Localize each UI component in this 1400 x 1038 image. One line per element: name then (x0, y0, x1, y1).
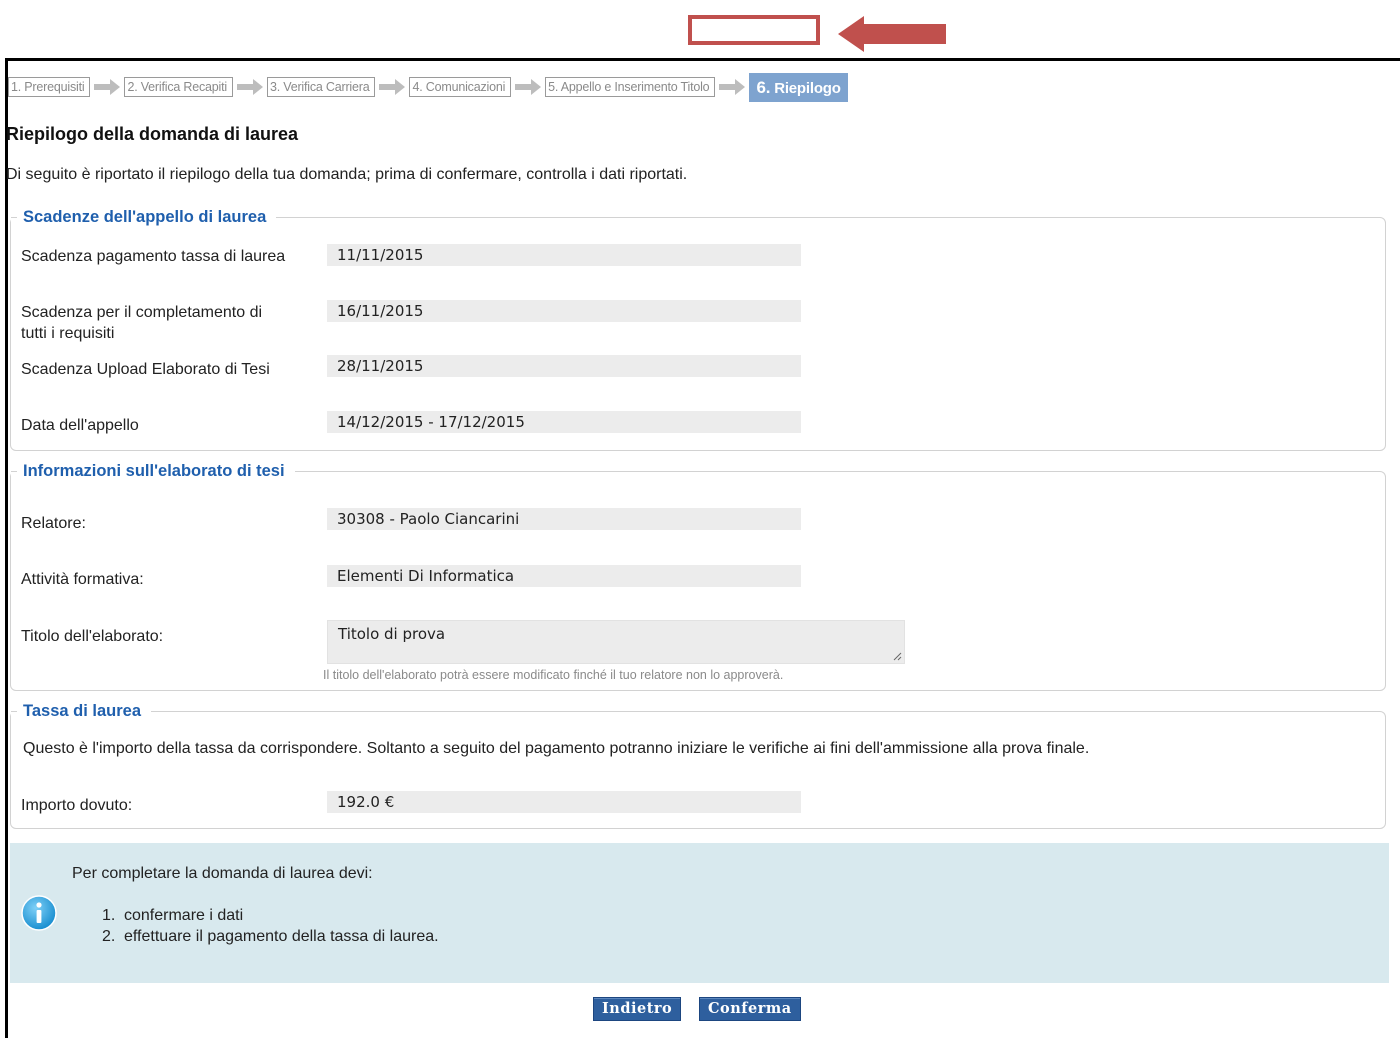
arrow-right-icon (94, 79, 121, 95)
step-verifica-recapiti[interactable]: 2. Verifica Recapiti (124, 77, 233, 97)
page-title: Riepilogo della domanda di laurea (6, 124, 299, 144)
step-prerequisiti[interactable]: 1. Prerequisiti (8, 77, 91, 97)
thesis-fieldset: Informazioni sull'elaborato di tesi Rela… (10, 460, 1386, 691)
fieldset-legend: Tassa di laurea (11, 700, 152, 722)
activity-value: Elementi Di Informatica (327, 565, 801, 587)
fee-fieldset: Tassa di laurea Questo è l'importo della… (10, 700, 1386, 829)
field-value: 16/11/2015 (327, 300, 801, 322)
field-label: Attività formativa: (21, 571, 144, 588)
field-label: Scadenza per il completamento di tutti i… (21, 304, 263, 342)
field-label: Titolo dell'elaborato: (21, 628, 164, 645)
wizard-steps: 1. Prerequisiti 2. Verifica Recapiti 3. … (8, 72, 848, 102)
field-label: Scadenza pagamento tassa di laurea (21, 248, 286, 265)
fee-description: Questo è l'importo della tassa da corris… (23, 740, 1090, 757)
list-item: 1. confermare i dati (102, 905, 439, 926)
step-riepilogo-active: 6. Riepilogo (749, 72, 848, 102)
thesis-title-hint: Il titolo dell'elaborato potrà essere mo… (323, 668, 784, 682)
arrow-right-icon (719, 79, 746, 95)
list-number: 2. (102, 928, 116, 945)
fee-amount-value: 192.0 € (327, 791, 801, 813)
fieldset-legend: Scadenze dell'appello di laurea (11, 206, 277, 228)
step-label: Riepilogo (774, 79, 841, 97)
field-label: Data dell'appello (21, 417, 139, 434)
field-value: 28/11/2015 (327, 355, 801, 377)
annotation-highlight-box (688, 15, 820, 45)
field-label: Relatore: (21, 515, 86, 532)
intro-text: Di seguito è riportato il riepilogo dell… (6, 166, 688, 183)
step-verifica-carriera[interactable]: 3. Verifica Carriera (266, 77, 376, 97)
field-value: 14/12/2015 - 17/12/2015 (327, 411, 801, 433)
confirm-button[interactable]: Conferma (699, 997, 801, 1021)
step-appello-inserimento-titolo[interactable]: 5. Appello e Inserimento Titolo (545, 77, 716, 97)
thesis-title-value: Titolo di prova (338, 625, 446, 643)
back-button[interactable]: Indietro (593, 997, 682, 1021)
info-heading: Per completare la domanda di laurea devi… (72, 865, 373, 882)
list-item: 2. effettuare il pagamento della tassa di… (102, 926, 439, 947)
info-panel: Per completare la domanda di laurea devi… (10, 843, 1389, 983)
step-comunicazioni[interactable]: 4. Comunicazioni (409, 77, 512, 97)
field-label: Scadenza Upload Elaborato di Tesi (21, 361, 270, 378)
thesis-title-textarea[interactable]: Titolo di prova (327, 620, 905, 664)
deadlines-fieldset: Scadenze dell'appello di laurea Scadenza… (10, 206, 1386, 451)
supervisor-value: 30308 - Paolo Ciancarini (327, 508, 801, 530)
fieldset-legend: Informazioni sull'elaborato di tesi (11, 460, 295, 482)
field-label: Importo dovuto: (21, 797, 133, 814)
arrow-right-icon (515, 79, 542, 95)
list-number: 1. (102, 907, 116, 924)
info-icon (21, 895, 57, 931)
resize-grip-icon[interactable] (892, 651, 902, 661)
info-list: 1. confermare i dati 2. effettuare il paga… (102, 905, 439, 947)
list-text: effettuare il pagamento della tassa di l… (124, 928, 439, 945)
arrow-right-icon (236, 79, 263, 95)
field-value: 11/11/2015 (327, 244, 801, 266)
arrow-right-icon (379, 79, 406, 95)
annotation-arrow-left-icon (838, 16, 946, 52)
step-number: 6. (756, 77, 771, 97)
list-text: confermare i dati (124, 907, 244, 924)
